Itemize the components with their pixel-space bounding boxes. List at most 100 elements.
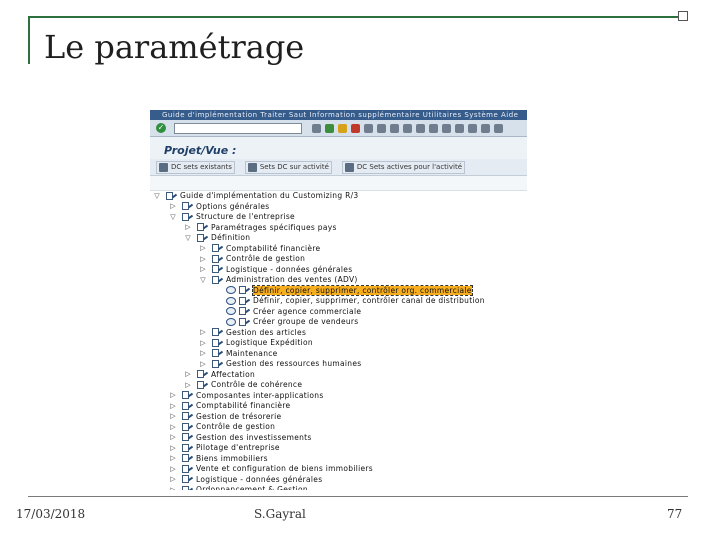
documentation-icon[interactable]: [182, 412, 194, 420]
tree-row[interactable]: ▽ Structure de l'entreprise: [170, 212, 295, 221]
expand-node-icon[interactable]: ▷: [200, 244, 206, 252]
tree-node-label[interactable]: Logistique - données générales: [226, 265, 352, 274]
expand-node-icon[interactable]: ▷: [170, 475, 176, 483]
expand-node-icon[interactable]: ▷: [200, 349, 206, 357]
tree-row[interactable]: ▷ Options générales: [170, 202, 269, 211]
expand-node-icon[interactable]: ▷: [170, 454, 176, 462]
tree-row[interactable]: ▷ Comptabilité financière: [200, 244, 320, 253]
documentation-icon[interactable]: [182, 433, 194, 441]
documentation-icon[interactable]: [197, 370, 209, 378]
documentation-icon[interactable]: [182, 454, 194, 462]
collapse-node-icon[interactable]: ▽: [170, 213, 176, 221]
next-page-icon[interactable]: [429, 123, 438, 133]
cancel-icon[interactable]: [351, 123, 360, 133]
tree-row[interactable]: ▷ Logistique - données générales: [170, 475, 322, 484]
tree-node-label[interactable]: Définir, copier, supprimer, contrôler or…: [252, 284, 473, 296]
find-icon[interactable]: [377, 123, 386, 133]
layout-icon[interactable]: [494, 123, 503, 133]
execute-activity-icon[interactable]: [226, 317, 236, 326]
tree-node-label[interactable]: Contrôle de gestion: [196, 422, 275, 431]
expand-node-icon[interactable]: ▷: [170, 444, 176, 452]
documentation-icon[interactable]: [197, 223, 209, 231]
tree-row[interactable]: ▽ Administration des ventes (ADV): [200, 275, 358, 284]
tree-node-label[interactable]: Contrôle de cohérence: [211, 380, 302, 389]
tree-node-label[interactable]: Comptabilité financière: [196, 401, 290, 410]
expand-node-icon[interactable]: ▷: [170, 402, 176, 410]
tree-node-label[interactable]: Définir, copier, supprimer, contrôler ca…: [253, 296, 485, 305]
expand-node-icon[interactable]: ▷: [170, 486, 176, 491]
tree-row[interactable]: ▷ Gestion des investissements: [170, 433, 312, 442]
tree-row[interactable]: Créer agence commerciale: [214, 307, 361, 316]
save-icon[interactable]: [312, 123, 321, 133]
tree-node-label[interactable]: Biens immobiliers: [196, 454, 268, 463]
tree-node-label[interactable]: Logistique Expédition: [226, 338, 313, 347]
tree-node-label[interactable]: Vente et configuration de biens immobili…: [196, 464, 373, 473]
tree-node-label[interactable]: Maintenance: [226, 349, 278, 358]
tree-node-label[interactable]: Gestion de trésorerie: [196, 412, 281, 421]
documentation-icon[interactable]: [182, 443, 194, 452]
tree-node-label[interactable]: Administration des ventes (ADV): [226, 275, 358, 284]
tree-node-label[interactable]: Guide d'implémentation du Customizing R/…: [180, 191, 358, 200]
documentation-icon[interactable]: [182, 202, 194, 210]
execute-activity-icon[interactable]: [226, 286, 236, 294]
tree-node-label[interactable]: Options générales: [196, 202, 269, 211]
tree-row[interactable]: ▷ Maintenance: [200, 349, 278, 358]
expand-node-icon[interactable]: ▷: [185, 370, 191, 378]
documentation-icon[interactable]: [212, 338, 224, 347]
exit-icon[interactable]: [338, 123, 347, 133]
expand-node-icon[interactable]: ▷: [200, 265, 206, 273]
expand-node-icon[interactable]: ▷: [200, 328, 206, 336]
tree-node-label[interactable]: Gestion des articles: [226, 328, 306, 337]
tree-row[interactable]: Définir, copier, supprimer, contrôler ca…: [214, 296, 485, 305]
tree-row[interactable]: ▽ Définition: [185, 233, 250, 242]
documentation-icon[interactable]: [239, 296, 251, 305]
tree-node-label[interactable]: Paramétrages spécifiques pays: [211, 223, 337, 232]
dc-sets-activity-button[interactable]: Sets DC sur activité: [244, 160, 332, 174]
expand-node-icon[interactable]: ▷: [170, 412, 176, 420]
dc-sets-active-button[interactable]: DC Sets actives pour l'activité: [341, 160, 466, 174]
tree-row[interactable]: ▷ Logistique Expédition: [200, 338, 313, 347]
find-next-icon[interactable]: [390, 123, 399, 133]
expand-node-icon[interactable]: ▷: [200, 255, 206, 263]
documentation-icon[interactable]: [182, 401, 194, 410]
first-page-icon[interactable]: [403, 123, 412, 133]
expand-node-icon[interactable]: ▷: [170, 433, 176, 441]
tree-row[interactable]: ▷ Biens immobiliers: [170, 454, 268, 463]
tree-row[interactable]: ▷ Contrôle de gestion: [200, 254, 305, 263]
back-icon[interactable]: [325, 123, 334, 133]
command-field[interactable]: [174, 122, 302, 134]
tree-row[interactable]: ▷ Contrôle de gestion: [170, 422, 275, 431]
expand-node-icon[interactable]: ▷: [185, 223, 191, 231]
tree-row[interactable]: ▽ Guide d'implémentation du Customizing R…: [154, 191, 358, 200]
dc-sets-existing-button[interactable]: DC sets existants: [156, 160, 235, 174]
tree-node-label[interactable]: Gestion des investissements: [196, 433, 312, 442]
print-icon[interactable]: [364, 123, 373, 133]
enter-check-icon[interactable]: ✓: [156, 123, 166, 133]
documentation-icon[interactable]: [212, 349, 224, 357]
documentation-icon[interactable]: [182, 475, 194, 483]
documentation-icon[interactable]: [212, 328, 224, 336]
documentation-icon[interactable]: [239, 286, 251, 294]
documentation-icon[interactable]: [212, 359, 224, 368]
tree-node-label[interactable]: Pilotage d'entreprise: [196, 443, 280, 452]
tree-node-label[interactable]: Composantes inter-applications: [196, 391, 324, 400]
tree-row[interactable]: ▷ Affectation: [185, 370, 255, 379]
tree-row[interactable]: ▷ Gestion des ressources humaines: [200, 359, 361, 368]
tree-row[interactable]: ▷ Vente et configuration de biens immobil…: [170, 464, 373, 473]
last-page-icon[interactable]: [442, 123, 451, 133]
tree-row[interactable]: ▷ Composantes inter-applications: [170, 391, 324, 400]
expand-node-icon[interactable]: ▷: [170, 391, 176, 399]
documentation-icon[interactable]: [182, 391, 194, 399]
tree-row[interactable]: ▷ Pilotage d'entreprise: [170, 443, 280, 452]
tree-node-label[interactable]: Structure de l'entreprise: [196, 212, 295, 221]
tree-node-label[interactable]: Comptabilité financière: [226, 244, 320, 253]
documentation-icon[interactable]: [197, 380, 209, 389]
tree-node-label[interactable]: Créer groupe de vendeurs: [253, 317, 359, 326]
documentation-icon[interactable]: [182, 464, 194, 473]
shortcut-icon[interactable]: [468, 123, 477, 133]
expand-node-icon[interactable]: ▷: [170, 202, 176, 210]
tree-row[interactable]: ▷ Contrôle de cohérence: [185, 380, 302, 389]
tree-node-label[interactable]: Logistique - données générales: [196, 475, 322, 484]
documentation-icon[interactable]: [212, 275, 224, 284]
collapse-node-icon[interactable]: ▽: [154, 192, 160, 200]
